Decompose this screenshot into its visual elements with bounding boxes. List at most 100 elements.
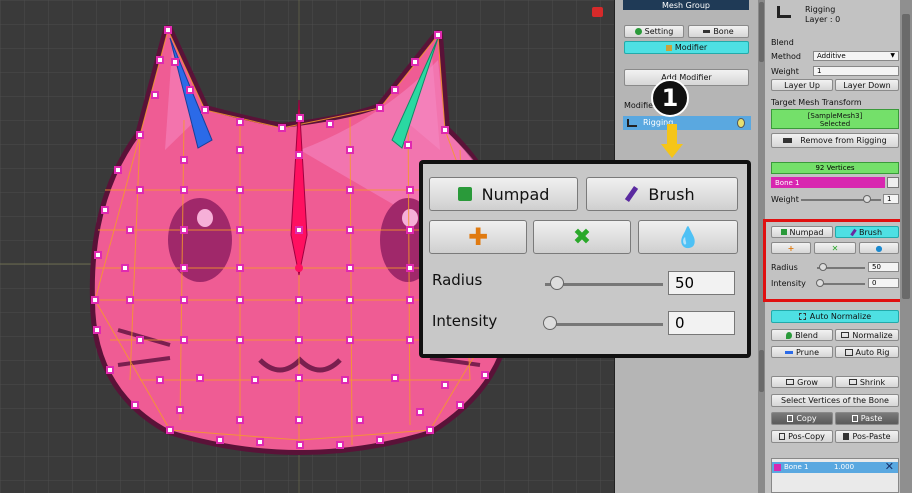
lightbulb-icon[interactable]: [737, 118, 745, 128]
mesh-vertex[interactable]: [404, 141, 412, 149]
mesh-vertex[interactable]: [346, 336, 354, 344]
mesh-vertex[interactable]: [406, 226, 414, 234]
intensity-field[interactable]: 0: [668, 311, 735, 335]
mesh-vertex[interactable]: [295, 374, 303, 382]
mesh-vertex[interactable]: [295, 296, 303, 304]
bone-select-field[interactable]: Bone 1: [771, 177, 885, 188]
mesh-vertex[interactable]: [296, 441, 304, 449]
mesh-vertex[interactable]: [180, 296, 188, 304]
mesh-vertex[interactable]: [136, 336, 144, 344]
mesh-vertex[interactable]: [156, 376, 164, 384]
subtract-weight-button[interactable]: ✖: [533, 220, 631, 254]
auto-normalize-button[interactable]: Auto Normalize: [771, 310, 899, 323]
mesh-vertex[interactable]: [126, 296, 134, 304]
setting-button[interactable]: Setting: [624, 25, 684, 38]
mesh-vertex[interactable]: [441, 381, 449, 389]
mesh-vertex[interactable]: [406, 186, 414, 194]
mesh-vertex[interactable]: [236, 296, 244, 304]
mesh-vertex[interactable]: [346, 296, 354, 304]
mesh-vertex[interactable]: [456, 401, 464, 409]
mesh-vertex[interactable]: [434, 31, 442, 39]
mesh-vertex[interactable]: [346, 264, 354, 272]
intensity-field-small[interactable]: 0: [868, 278, 899, 288]
mid-scrollbar-thumb-2[interactable]: [759, 350, 764, 392]
numpad-button-small[interactable]: Numpad: [771, 226, 833, 238]
mesh-vertex[interactable]: [416, 408, 424, 416]
blend-button[interactable]: Blend: [771, 329, 833, 341]
right-scrollbar-thumb[interactable]: [902, 14, 910, 299]
bone-weight-field[interactable]: 1: [883, 194, 899, 204]
weight-field[interactable]: 1: [813, 66, 899, 76]
mesh-vertex[interactable]: [295, 151, 303, 159]
radius-knob-small[interactable]: [819, 263, 827, 271]
radius-field-small[interactable]: 50: [868, 262, 899, 272]
mesh-vertex[interactable]: [295, 336, 303, 344]
mesh-vertex[interactable]: [376, 104, 384, 112]
mesh-vertex[interactable]: [251, 376, 259, 384]
prune-button[interactable]: Prune: [771, 346, 833, 358]
bone-button[interactable]: Bone: [688, 25, 749, 38]
mesh-vertex[interactable]: [236, 146, 244, 154]
mesh-vertex[interactable]: [406, 296, 414, 304]
mesh-vertex[interactable]: [411, 58, 419, 66]
copy-button[interactable]: Copy: [771, 412, 833, 425]
mesh-vertex[interactable]: [136, 131, 144, 139]
mesh-vertex[interactable]: [156, 56, 164, 64]
mid-scrollbar-thumb[interactable]: [759, 2, 764, 62]
mesh-vertex[interactable]: [406, 336, 414, 344]
mesh-vertex[interactable]: [236, 186, 244, 194]
auto-rig-button[interactable]: Auto Rig: [835, 346, 899, 358]
layer-up-button[interactable]: Layer Up: [771, 79, 833, 91]
modifier-tab-button[interactable]: Modifier: [624, 41, 749, 54]
mesh-vertex[interactable]: [426, 426, 434, 434]
intensity-slider[interactable]: [545, 323, 663, 326]
add-weight-button-small[interactable]: +: [771, 242, 811, 254]
pos-copy-button[interactable]: Pos-Copy: [771, 430, 833, 443]
mesh-vertex[interactable]: [180, 336, 188, 344]
mesh-vertex[interactable]: [236, 118, 244, 126]
mesh-vertex[interactable]: [278, 124, 286, 132]
mesh-vertex[interactable]: [93, 326, 101, 334]
mesh-vertex[interactable]: [94, 251, 102, 259]
add-modifier-button[interactable]: Add Modifier: [624, 69, 749, 86]
subtract-weight-button-small[interactable]: ✕: [814, 242, 856, 254]
radius-slider-knob[interactable]: [549, 276, 564, 290]
intensity-slider-knob[interactable]: [543, 316, 557, 330]
blur-weight-button[interactable]: 💧: [638, 220, 738, 254]
rigging-modifier-item[interactable]: Rigging: [623, 116, 751, 130]
mesh-vertex[interactable]: [114, 166, 122, 174]
select-vertices-button[interactable]: Select Vertices of the Bone: [771, 394, 899, 407]
pos-paste-button[interactable]: Pos-Paste: [835, 430, 899, 443]
mesh-vertex[interactable]: [196, 374, 204, 382]
mesh-vertex[interactable]: [406, 264, 414, 272]
mesh-vertex[interactable]: [336, 441, 344, 449]
mesh-vertex[interactable]: [176, 406, 184, 414]
radius-field[interactable]: 50: [668, 271, 735, 295]
mesh-vertex[interactable]: [295, 416, 303, 424]
method-dropdown[interactable]: Additive ▼: [813, 51, 899, 61]
mesh-vertex[interactable]: [356, 416, 364, 424]
mesh-vertex[interactable]: [180, 156, 188, 164]
mesh-vertex[interactable]: [180, 226, 188, 234]
mesh-vertex[interactable]: [131, 401, 139, 409]
paste-button[interactable]: Paste: [835, 412, 899, 425]
add-weight-button[interactable]: ✚: [429, 220, 527, 254]
brush-button[interactable]: Brush: [586, 177, 738, 211]
mesh-vertex[interactable]: [101, 206, 109, 214]
bone-list-row[interactable]: Bone 1 1.000 ✕: [772, 460, 898, 473]
mesh-vertex[interactable]: [186, 86, 194, 94]
bone-weight-knob[interactable]: [863, 195, 871, 203]
mesh-vertex[interactable]: [326, 120, 334, 128]
shrink-button[interactable]: Shrink: [835, 376, 899, 388]
intensity-knob-small[interactable]: [816, 279, 824, 287]
mesh-vertex[interactable]: [391, 86, 399, 94]
mesh-vertex[interactable]: [180, 186, 188, 194]
mesh-vertex[interactable]: [391, 374, 399, 382]
bone-lock-icon[interactable]: [887, 177, 899, 188]
mesh-vertex[interactable]: [236, 336, 244, 344]
mesh-vertex[interactable]: [180, 264, 188, 272]
mesh-vertex[interactable]: [106, 366, 114, 374]
blur-weight-button-small[interactable]: ●: [859, 242, 899, 254]
mesh-vertex[interactable]: [136, 186, 144, 194]
mesh-vertex[interactable]: [346, 146, 354, 154]
